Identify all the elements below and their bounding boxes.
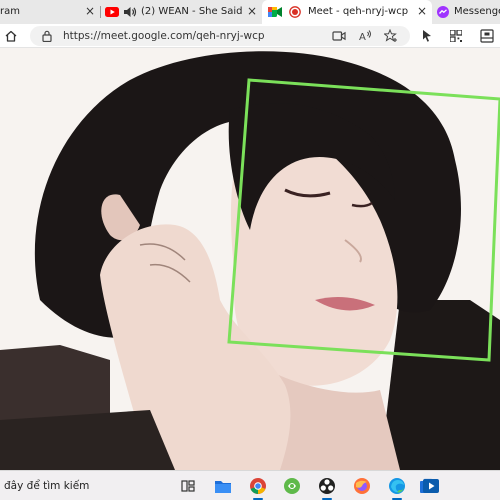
camera-icon[interactable] <box>332 30 346 42</box>
media-player-glyph <box>423 479 439 493</box>
extension-icon[interactable] <box>480 29 494 43</box>
video-frame <box>0 48 500 470</box>
file-explorer-icon[interactable] <box>211 474 235 498</box>
speaker-icon[interactable] <box>123 6 137 18</box>
close-tab-button[interactable]: × <box>247 4 257 18</box>
youtube-icon <box>105 7 119 17</box>
url-text[interactable]: https://meet.google.com/qeh-nryj-wcp <box>63 30 265 42</box>
cursor-extension-icon[interactable] <box>421 29 433 43</box>
firefox-icon[interactable] <box>350 474 374 498</box>
qr-code-icon[interactable] <box>450 30 462 42</box>
lock-icon[interactable] <box>42 30 52 42</box>
tab-label: Meet - qeh-nryj-wcp <box>308 6 409 17</box>
folder-glyph <box>215 481 231 493</box>
messenger-icon <box>437 6 449 18</box>
tab-instagram[interactable]: ram × <box>0 0 100 24</box>
close-tab-button[interactable]: × <box>417 4 427 18</box>
svg-text:A: A <box>359 32 366 43</box>
firefox-glyph <box>354 478 370 494</box>
task-view-icon[interactable] <box>176 474 200 498</box>
chrome-glyph <box>250 478 266 494</box>
participant-video[interactable] <box>0 48 500 470</box>
edge-glyph <box>389 478 405 494</box>
task-view-glyph <box>181 480 195 492</box>
recording-icon <box>289 6 301 18</box>
read-aloud-icon[interactable]: A <box>358 29 372 43</box>
url-box[interactable]: https://meet.google.com/qeh-nryj-wcp A <box>30 26 410 46</box>
edge-icon[interactable] <box>385 474 409 500</box>
close-tab-button[interactable]: × <box>85 4 95 18</box>
obs-icon[interactable] <box>315 474 339 500</box>
media-player-icon[interactable] <box>420 474 442 498</box>
home-icon[interactable] <box>4 29 18 43</box>
tab-strip: ram × (2) WEAN - She Said ( Offic × M <box>0 0 500 24</box>
taskbar: đây để tìm kiếm <box>0 470 500 500</box>
tab-label: ram <box>0 6 20 17</box>
add-favorite-icon[interactable] <box>384 29 398 43</box>
tab-meet[interactable]: Meet - qeh-nryj-wcp × <box>262 0 432 24</box>
tab-youtube[interactable]: (2) WEAN - She Said ( Offic × <box>101 0 261 24</box>
chrome-icon[interactable] <box>246 474 270 500</box>
taskbar-search-box[interactable]: đây để tìm kiếm <box>4 480 89 492</box>
green-app-glyph <box>284 478 300 494</box>
tab-label: Messenger <box>454 6 500 17</box>
google-meet-icon <box>268 7 282 17</box>
tab-messenger[interactable]: Messenger <box>433 0 500 24</box>
tab-label: (2) WEAN - She Said ( Offic <box>141 6 243 17</box>
obs-glyph <box>319 478 335 494</box>
green-app-icon[interactable] <box>280 474 304 498</box>
address-bar: https://meet.google.com/qeh-nryj-wcp A <box>0 24 500 48</box>
